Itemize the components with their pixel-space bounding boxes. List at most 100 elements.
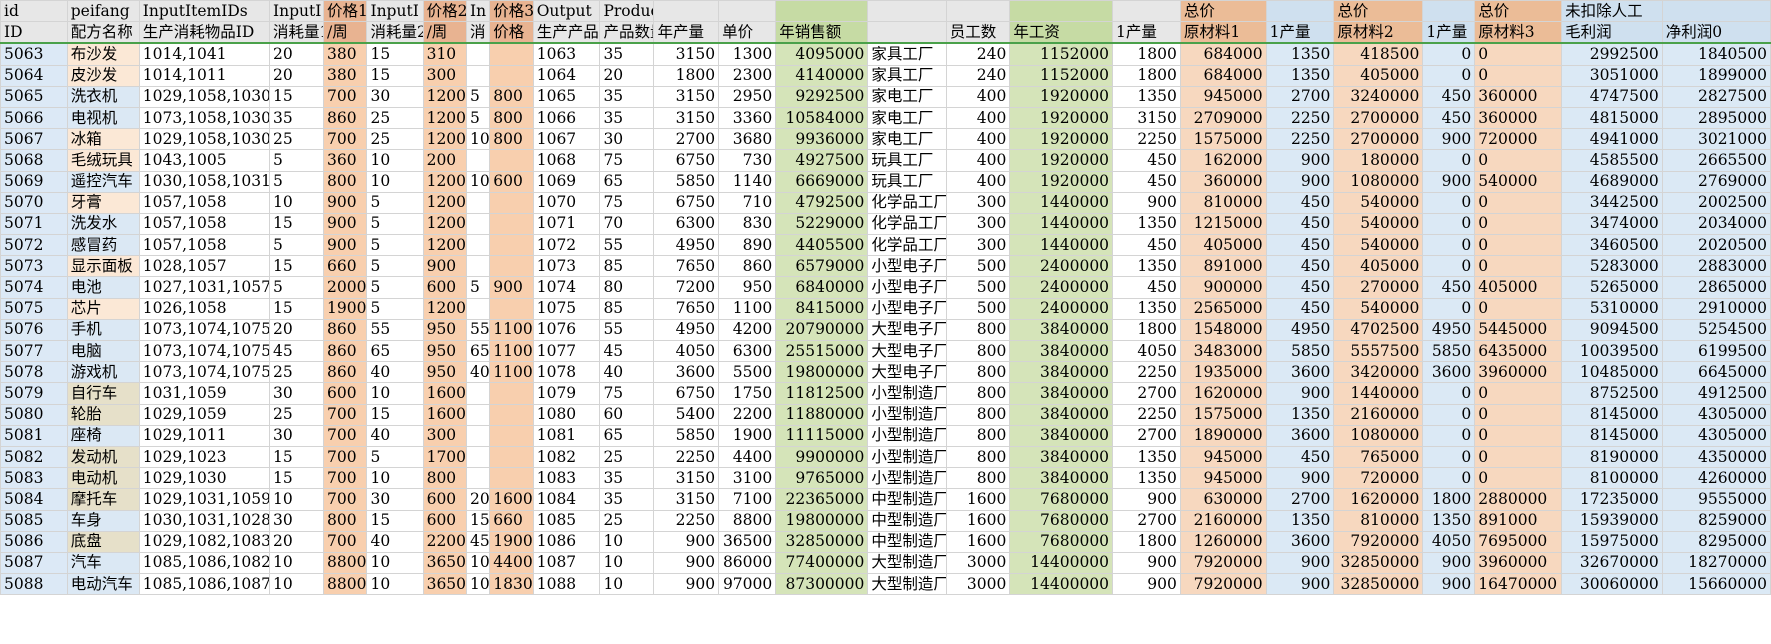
table-cell[interactable]: 7200	[653, 276, 720, 299]
table-cell[interactable]: 5	[366, 276, 424, 299]
header-cell[interactable]: ID	[0, 21, 68, 45]
table-cell[interactable]: 3680	[718, 128, 777, 151]
table-cell[interactable]: 800	[323, 509, 368, 532]
table-cell[interactable]: 1100	[489, 318, 534, 342]
table-cell[interactable]: 牙膏	[66, 191, 140, 214]
table-cell[interactable]: 1026,1058	[138, 297, 271, 320]
table-cell[interactable]: 8145000	[1561, 424, 1663, 447]
table-cell[interactable]: 8415000	[775, 297, 869, 320]
table-cell[interactable]: 8295000	[1661, 530, 1771, 553]
table-cell[interactable]: 4140000	[775, 64, 869, 87]
table-cell[interactable]: 1065	[532, 85, 601, 108]
table-cell[interactable]: 2000	[323, 276, 368, 299]
table-cell[interactable]: 3021000	[1661, 128, 1771, 151]
table-cell[interactable]: 900	[1422, 551, 1476, 575]
table-cell[interactable]: 10485000	[1561, 361, 1663, 384]
table-cell[interactable]: 10	[366, 382, 424, 405]
table-cell[interactable]: 7920000	[1333, 530, 1424, 553]
table-cell[interactable]: 1080000	[1333, 170, 1424, 193]
table-cell[interactable]: 2665500	[1661, 149, 1771, 172]
table-cell[interactable]: 30	[366, 488, 424, 511]
table-cell[interactable]: 55	[465, 318, 491, 342]
table-cell[interactable]: 5	[269, 170, 325, 193]
header-cell[interactable]: 产品数量	[599, 21, 655, 45]
table-cell[interactable]: 家电工厂	[867, 85, 947, 108]
header-cell[interactable]: 年销售额	[775, 21, 869, 45]
table-cell[interactable]: 400	[945, 149, 1011, 172]
table-cell[interactable]: 1899000	[1661, 64, 1771, 87]
table-cell[interactable]: 1080000	[1333, 424, 1424, 447]
table-cell[interactable]: 600	[323, 382, 368, 405]
table-cell[interactable]: 3840000	[1009, 445, 1114, 469]
table-cell[interactable]: 65	[366, 339, 424, 363]
table-cell[interactable]: 77400000	[775, 551, 869, 575]
header-cell[interactable]: 价格2	[422, 0, 468, 23]
table-cell[interactable]: 2400000	[1009, 297, 1114, 320]
header-cell[interactable]: /周	[422, 21, 468, 45]
table-cell[interactable]	[465, 191, 491, 214]
table-cell[interactable]: 6669000	[775, 170, 869, 193]
table-cell[interactable]: 皮沙发	[66, 64, 140, 87]
header-cell[interactable]	[867, 21, 947, 45]
table-cell[interactable]: 0	[1422, 255, 1476, 278]
table-cell[interactable]: 900	[1265, 149, 1335, 172]
table-cell[interactable]: 9292500	[775, 85, 869, 108]
table-cell[interactable]: 3240000	[1333, 85, 1424, 108]
table-cell[interactable]	[489, 297, 534, 320]
header-cell[interactable]: 生产消耗物品ID	[138, 21, 271, 45]
table-cell[interactable]: 5850	[1422, 339, 1476, 363]
table-cell[interactable]: 7695000	[1474, 530, 1563, 553]
header-cell[interactable]: 消耗量2/周	[366, 21, 424, 45]
table-cell[interactable]: 0	[1422, 191, 1476, 214]
table-cell[interactable]: 1082	[532, 445, 601, 469]
header-cell[interactable]: id	[0, 0, 68, 23]
header-cell[interactable]: 员工数	[945, 21, 1011, 45]
table-cell[interactable]: 1072	[532, 234, 601, 257]
table-cell[interactable]: 30060000	[1561, 573, 1663, 596]
table-cell[interactable]: 55	[366, 318, 424, 342]
header-cell[interactable]: 年产量	[653, 21, 720, 45]
table-cell[interactable]: 1152000	[1009, 64, 1114, 87]
table-cell[interactable]	[465, 445, 491, 469]
table-cell[interactable]: 3840000	[1009, 339, 1114, 363]
table-cell[interactable]: 底盘	[66, 530, 140, 553]
table-cell[interactable]: 900	[1112, 191, 1181, 214]
table-cell[interactable]: 1350	[1265, 403, 1335, 426]
table-cell[interactable]	[489, 255, 534, 278]
table-cell[interactable]: 900	[1265, 382, 1335, 405]
header-cell[interactable]: 未扣除人工	[1561, 0, 1663, 23]
table-cell[interactable]: 1920000	[1009, 128, 1114, 151]
table-cell[interactable]: 1077	[532, 339, 601, 363]
table-cell[interactable]: 5082	[0, 445, 68, 469]
table-cell[interactable]: 240	[945, 64, 1011, 87]
table-cell[interactable]: 400	[945, 106, 1011, 130]
table-cell[interactable]: 1066	[532, 106, 601, 130]
table-cell[interactable]: 3000	[945, 551, 1011, 575]
table-cell[interactable]: 1800	[1422, 488, 1476, 511]
header-cell[interactable]: 1产量	[1265, 21, 1335, 45]
table-cell[interactable]: 8800	[323, 573, 368, 596]
header-cell[interactable]: InputI	[269, 0, 325, 23]
table-cell[interactable]: 10	[599, 551, 655, 575]
table-cell[interactable]: 10039500	[1561, 339, 1663, 363]
table-cell[interactable]: 汽车	[66, 551, 140, 575]
table-cell[interactable]: 1200	[422, 85, 468, 108]
table-cell[interactable]: 1140	[718, 170, 777, 193]
table-cell[interactable]: 电动汽车	[66, 573, 140, 596]
header-cell[interactable]: 1产量	[1112, 21, 1181, 45]
table-cell[interactable]: 5078	[0, 361, 68, 384]
table-cell[interactable]: 1073,1074,1075	[138, 361, 271, 384]
table-cell[interactable]: 1440000	[1009, 191, 1114, 214]
table-cell[interactable]: 891000	[1474, 509, 1563, 532]
table-cell[interactable]: 1700	[422, 445, 468, 469]
table-cell[interactable]: 20790000	[775, 318, 869, 342]
table-cell[interactable]: 8800	[323, 551, 368, 575]
header-cell[interactable]: 配方名称	[66, 21, 140, 45]
table-cell[interactable]: 0	[1474, 64, 1563, 87]
table-cell[interactable]: 1800	[1112, 530, 1181, 553]
table-cell[interactable]: 电视机	[66, 106, 140, 130]
table-cell[interactable]: 0	[1422, 297, 1476, 320]
table-cell[interactable]: 1600	[945, 488, 1011, 511]
table-cell[interactable]: 500	[945, 297, 1011, 320]
table-cell[interactable]: 55	[599, 318, 655, 342]
